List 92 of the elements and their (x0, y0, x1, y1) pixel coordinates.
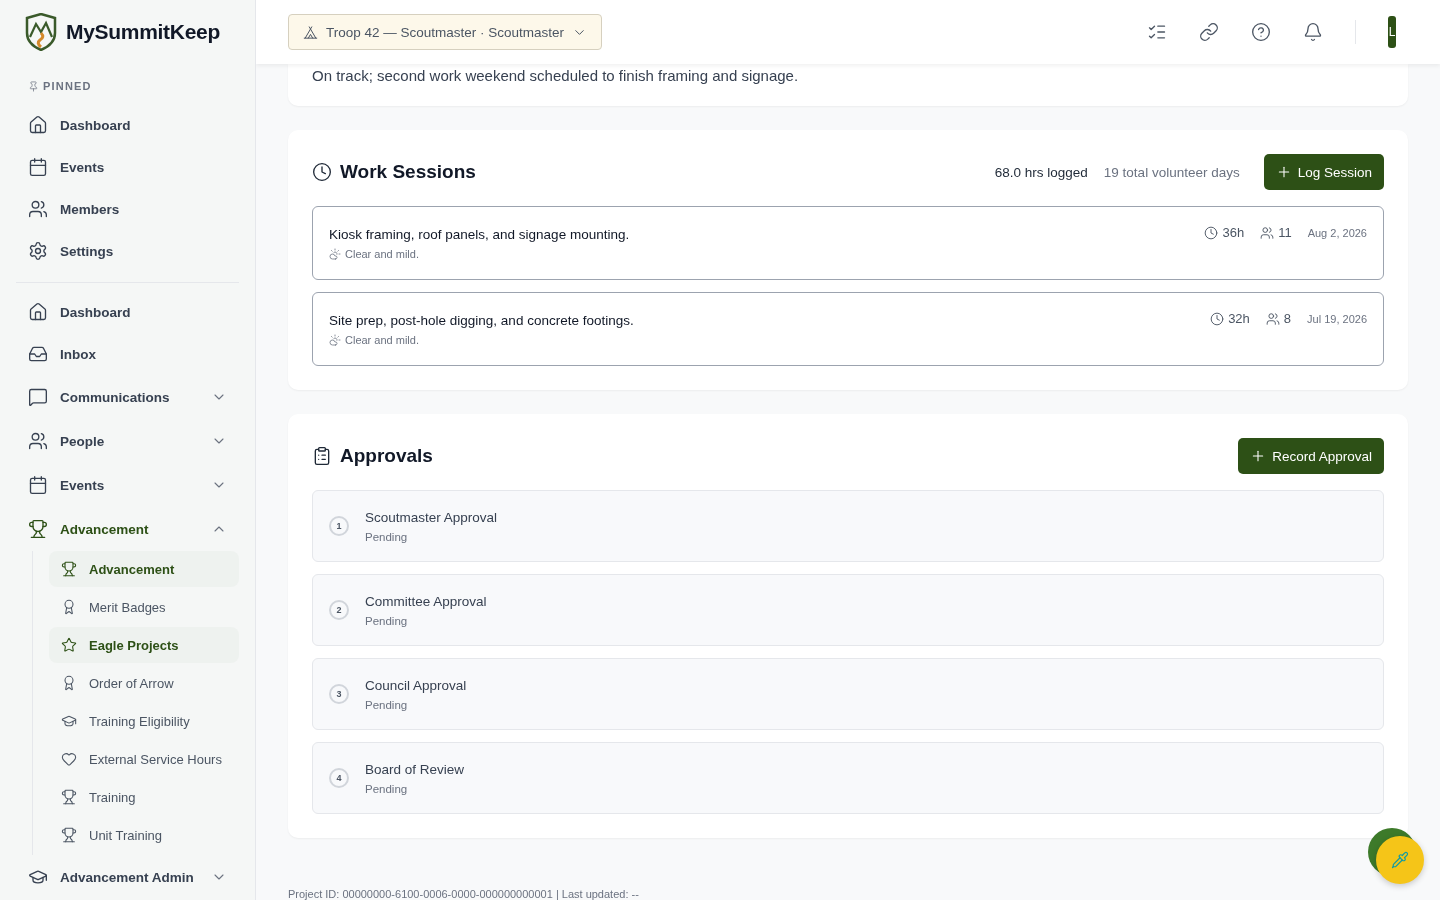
volunteer-days: 19 total volunteer days (1103, 164, 1240, 180)
user-avatar[interactable]: L (1388, 16, 1396, 48)
link-icon (1199, 22, 1219, 42)
nav-item[interactable]: Advancement (16, 507, 239, 551)
section-heading: PINNED (43, 80, 92, 92)
nav-item[interactable]: Advancement Admin (16, 855, 239, 899)
step-name: Board of Review (365, 761, 465, 777)
pipette-button[interactable] (1376, 836, 1424, 884)
sub-nav-item[interactable]: Training Eligibility (49, 703, 239, 739)
weather-text: Clear and mild. (345, 333, 419, 346)
inbox-icon (28, 344, 48, 364)
pipette-icon (1391, 851, 1409, 869)
people-icon (28, 199, 48, 219)
settings-icon (28, 241, 48, 261)
award-ribbon-icon (61, 675, 77, 691)
step-number: 4 (329, 768, 349, 788)
step-name: Scoutmaster Approval (365, 509, 498, 525)
trophy-icon (28, 519, 48, 539)
unit-selector[interactable]: Troop 42 — Scoutmaster · Scoutmaster (288, 14, 603, 50)
people-icon (1265, 311, 1280, 326)
star-icon (61, 637, 77, 653)
trophy-icon (61, 827, 77, 843)
sub-nav-item[interactable]: Merit Badges (49, 589, 239, 625)
pin-icon (28, 80, 39, 92)
tent-icon (303, 24, 318, 40)
clock-icon (312, 162, 332, 182)
house-icon (28, 302, 48, 322)
sub-nav-item[interactable]: Training (49, 779, 239, 815)
clock-icon (1210, 311, 1225, 326)
pinned-nav-item[interactable]: Settings (16, 230, 239, 272)
checklist-button[interactable] (1147, 22, 1167, 42)
heart-icon (61, 751, 77, 767)
notifications-button[interactable] (1303, 22, 1323, 42)
award-ribbon-icon (61, 599, 77, 615)
step-name: Committee Approval (365, 593, 487, 609)
session-date: Jul 19, 2026 (1307, 312, 1367, 325)
people-icon (28, 431, 48, 451)
step-status: Pending (365, 614, 409, 627)
record-approval-button[interactable]: Record Approval (1238, 438, 1384, 474)
session-date: Aug 2, 2026 (1307, 226, 1367, 239)
volunteer-count: 8 (1283, 311, 1292, 326)
step-number: 2 (329, 600, 349, 620)
sub-nav-item[interactable]: Unit Training (49, 817, 239, 853)
sub-nav-item[interactable]: External Service Hours (49, 741, 239, 777)
session-hours: 36h (1222, 225, 1245, 240)
bell-icon (1303, 22, 1323, 42)
sub-nav-item[interactable]: Eagle Projects (49, 627, 239, 663)
nav-item[interactable]: Communications (16, 375, 239, 419)
clipboard-icon (312, 446, 332, 466)
cloud-sun-icon (329, 247, 341, 260)
help-button[interactable] (1251, 22, 1271, 42)
nav-item[interactable]: People (16, 419, 239, 463)
pinned-nav-item[interactable]: Events (16, 146, 239, 188)
clock-icon (1204, 225, 1219, 240)
graduation-cap-icon (61, 713, 77, 729)
section-title: Work Sessions (340, 161, 477, 183)
house-icon (28, 115, 48, 135)
nav-item[interactable]: Dashboard (16, 291, 239, 333)
pinned-nav-item[interactable]: Members (16, 188, 239, 230)
step-status: Pending (365, 530, 409, 543)
mountain-shield-logo (24, 13, 58, 51)
help-icon (1251, 22, 1271, 42)
calendar-icon (28, 157, 48, 177)
session-description: Site prep, post-hole digging, and concrete footings. (329, 312, 635, 328)
checklist-icon (1147, 22, 1167, 42)
section-title: Approvals (340, 445, 434, 467)
step-name: Council Approval (365, 677, 467, 693)
status-note: On track; second work weekend scheduled to finish framing and signage. (312, 66, 800, 86)
link-button[interactable] (1199, 22, 1219, 42)
trophy-icon (61, 789, 77, 805)
footer-text: Project ID: 00000000-6100-0006-0000-000000000001 | Last updated: -- (288, 888, 639, 900)
people-icon (1260, 225, 1275, 240)
chat-bubble-icon (28, 387, 48, 407)
log-session-button[interactable]: Log Session (1263, 154, 1384, 190)
step-number: 1 (329, 516, 349, 536)
volunteer-count: 11 (1278, 225, 1292, 240)
step-status: Pending (365, 782, 409, 795)
nav-item[interactable]: Events (16, 463, 239, 507)
session-hours: 32h (1228, 311, 1250, 326)
step-status: Pending (365, 698, 409, 711)
calendar-icon (28, 475, 48, 495)
step-number: 3 (329, 684, 349, 704)
pinned-nav-item[interactable]: Dashboard (16, 104, 239, 146)
cloud-sun-icon (329, 333, 341, 346)
sub-nav-item[interactable]: Order of Arrow (49, 665, 239, 701)
nav-item[interactable]: Inbox (16, 333, 239, 375)
trophy-icon (61, 561, 77, 577)
session-description: Kiosk framing, roof panels, and signage mounting. (329, 226, 631, 242)
app-name: MySummitKeep (66, 20, 220, 44)
sub-nav-item[interactable]: Advancement (49, 551, 239, 587)
hours-logged: 68.0 hrs logged (994, 164, 1088, 180)
weather-text: Clear and mild. (345, 247, 419, 260)
